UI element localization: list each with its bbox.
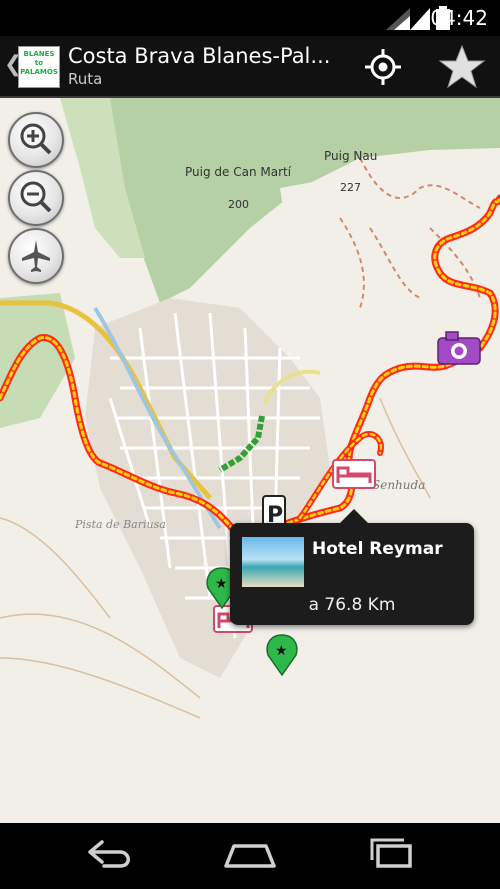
svg-text:★: ★ [275,643,288,659]
status-bar: 04:42 [0,0,500,36]
airplane-icon [22,240,50,272]
zoom-out-icon [20,181,52,213]
map-canvas[interactable]: Puig de Can Martí 200 Puig Nau 227 Pista… [0,98,500,823]
wifi-icon [386,8,410,30]
map-label-puig-can-marti: Puig de Can Martí [185,165,292,179]
map-label-cala: Senhuda [372,478,425,492]
recent-apps-icon[interactable] [364,836,418,876]
poi-popup[interactable]: Hotel Reymar a 76.8 Km [230,509,474,625]
hotel-bed-icon[interactable] [332,459,376,489]
svg-text:★: ★ [215,576,228,592]
airplane-mode-button[interactable] [8,228,64,284]
navigation-bar [0,823,500,889]
action-bar: ❮ BLANES to PALAMÓS Costa Brava Blanes-Pal… [0,36,500,98]
zoom-out-button[interactable] [8,170,64,226]
page-title: Costa Brava Blanes-Pal... [68,44,331,68]
zoom-in-button[interactable] [8,112,64,168]
green-pin-icon[interactable]: ★ [266,634,298,677]
map-label-elev-200: 200 [228,198,249,211]
hotel-thumbnail [242,537,304,587]
app-logo[interactable]: BLANES to PALAMÓS [18,46,60,88]
popup-pointer [340,509,368,523]
map-label-elev-227: 227 [340,181,361,194]
map-label-puig-nau: Puig Nau [324,149,377,163]
page-subtitle: Ruta [68,70,103,88]
home-icon[interactable] [220,836,280,876]
map-label-pista: Pista de Bariusa [74,518,166,531]
popup-distance: a 76.8 Km [308,595,396,615]
zoom-in-icon [20,123,52,155]
favorite-star-icon[interactable] [437,42,487,92]
signal-icon [410,8,430,30]
map-view[interactable]: Puig de Can Martí 200 Puig Nau 227 Pista… [0,98,500,823]
my-location-icon[interactable] [363,47,403,87]
popup-title: Hotel Reymar [312,539,443,559]
back-icon[interactable] [84,836,138,876]
clock: 04:42 [430,6,488,30]
